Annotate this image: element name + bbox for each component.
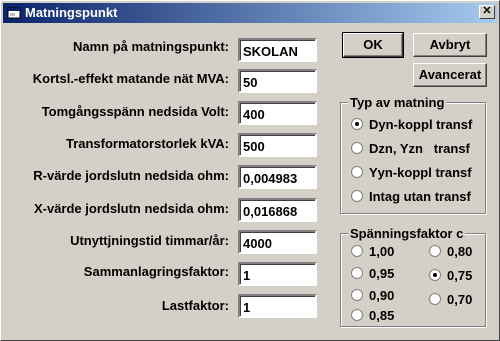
radio-c-label: 0,75 (447, 268, 473, 283)
utilization-time-field[interactable]: 4000 (238, 230, 317, 254)
label-x-value: X-värde jordslutn nedsida ohm: (33, 201, 229, 216)
label-short-circuit: Kortsl.-effekt matande nät MVA: (32, 71, 229, 86)
radio-feed-label: Dzn, Yzn transf (369, 141, 470, 156)
app-icon (7, 7, 21, 19)
feed-type-group: Typ av matning Dyn-koppl transf Dzn, Yzn… (340, 95, 486, 214)
radio-c-label: 0,95 (369, 266, 395, 281)
radio-c-label: 1,00 (369, 244, 395, 259)
radio-selected-icon (429, 269, 441, 281)
window-title: Matningspunkt (25, 5, 118, 20)
label-coincidence-factor: Sammanlagringsfaktor: (83, 264, 229, 279)
radio-icon (429, 245, 441, 257)
transformer-size-field[interactable]: 500 (238, 133, 317, 157)
radio-c-label: 0,70 (447, 292, 473, 307)
voltage-factor-title: Spänningsfaktor c (348, 226, 466, 241)
noload-voltage-field[interactable]: 400 (238, 101, 317, 125)
radio-icon (351, 289, 363, 301)
name-field[interactable]: SKOLAN (238, 38, 317, 62)
ok-button[interactable]: OK (342, 32, 404, 58)
close-icon: ✕ (482, 5, 492, 17)
r-value-field[interactable]: 0,004983 (238, 165, 317, 189)
label-r-value: R-värde jordslutn nedsida ohm: (33, 168, 229, 183)
label-noload-voltage: Tomgångsspänn nedsida Volt: (41, 104, 229, 119)
radio-feed-label: Dyn-koppl transf (369, 117, 473, 132)
radio-icon (429, 293, 441, 305)
radio-icon (351, 190, 363, 202)
dialog-window: Matningspunkt ✕ Namn på matningspunkt: K… (0, 0, 500, 341)
load-factor-field[interactable]: 1 (238, 294, 317, 318)
radio-feed-label: Intag utan transf (369, 189, 471, 204)
radio-c-label: 0,90 (369, 288, 395, 303)
x-value-field[interactable]: 0,016868 (238, 198, 317, 222)
advanced-button[interactable]: Avancerat (413, 63, 487, 87)
label-transformer-size: Transformatorstorlek kVA: (65, 136, 229, 151)
coincidence-factor-field[interactable]: 1 (238, 262, 317, 286)
radio-selected-icon (351, 118, 363, 130)
title-bar: Matningspunkt ✕ (3, 3, 497, 23)
radio-c-label: 0,85 (369, 308, 395, 323)
label-name: Namn på matningspunkt: (72, 39, 229, 54)
radio-c-label: 0,80 (447, 244, 473, 259)
label-load-factor: Lastfaktor: (161, 298, 229, 313)
radio-icon (351, 245, 363, 257)
label-utilization-time: Utnyttjningstid timmar/år: (70, 233, 229, 248)
close-button[interactable]: ✕ (479, 5, 495, 19)
feed-type-title: Typ av matning (348, 95, 447, 110)
short-circuit-field[interactable]: 50 (238, 69, 317, 93)
radio-icon (351, 166, 363, 178)
cancel-button[interactable]: Avbryt (413, 33, 487, 57)
radio-icon (351, 267, 363, 279)
radio-feed-label: Yyn-koppl transf (369, 165, 472, 180)
radio-icon (351, 142, 363, 154)
voltage-factor-group: Spänningsfaktor c 1,00 0,95 0,90 0,85 0,… (340, 226, 486, 327)
radio-icon (351, 309, 363, 321)
